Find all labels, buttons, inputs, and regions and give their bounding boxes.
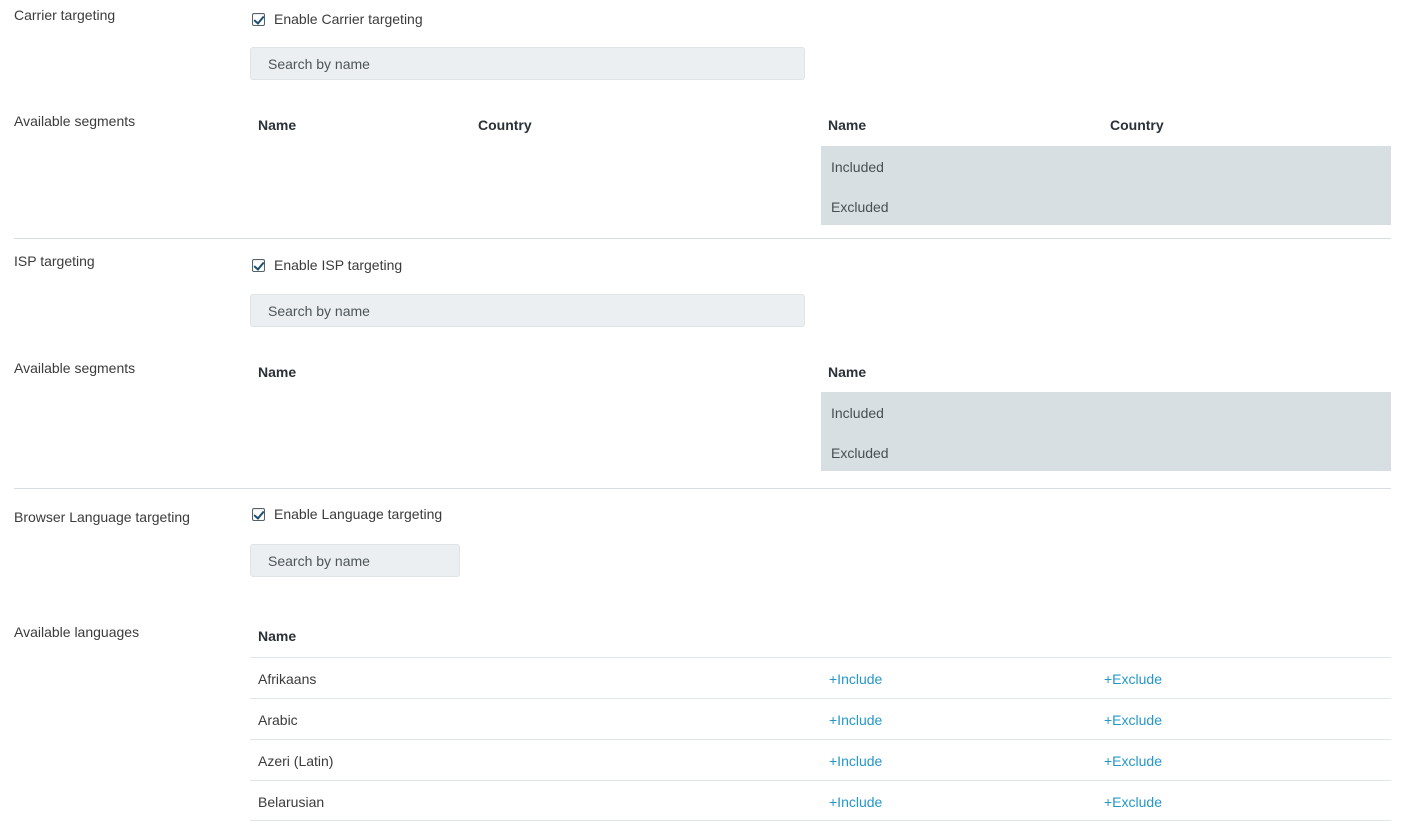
isp-selected-panel: Included Excluded bbox=[821, 392, 1391, 471]
isp-search-placeholder: Search by name bbox=[268, 302, 370, 319]
language-table: Afrikaans +Include +Exclude Arabic +Incl… bbox=[250, 657, 1391, 821]
exclude-link[interactable]: +Exclude bbox=[1104, 752, 1162, 770]
language-name: Arabic bbox=[258, 712, 298, 728]
exclude-link[interactable]: +Exclude bbox=[1104, 670, 1162, 688]
language-name: Belarusian bbox=[258, 794, 325, 810]
checkbox-icon-enable-carrier[interactable] bbox=[252, 12, 265, 26]
isp-targeting-label: ISP targeting bbox=[14, 253, 95, 269]
carrier-targeting-label: Carrier targeting bbox=[14, 7, 116, 23]
table-row: Arabic +Include +Exclude bbox=[250, 698, 1391, 739]
enable-carrier-targeting-label: Enable Carrier targeting bbox=[274, 11, 423, 27]
carrier-available-header-name: Name bbox=[258, 117, 297, 133]
isp-selected-header-name: Name bbox=[828, 364, 867, 380]
isp-excluded-group[interactable]: Excluded bbox=[831, 444, 889, 462]
carrier-selected-header-name: Name bbox=[828, 117, 867, 133]
isp-available-header-name: Name bbox=[258, 364, 297, 380]
carrier-search-placeholder: Search by name bbox=[268, 55, 370, 72]
targeting-settings-page: Carrier targeting Enable Carrier targeti… bbox=[0, 0, 1406, 828]
carrier-available-segments-label: Available segments bbox=[14, 113, 136, 129]
carrier-selected-header-country: Country bbox=[1110, 117, 1164, 133]
carrier-available-header-country: Country bbox=[478, 117, 532, 133]
enable-language-targeting-row[interactable]: Enable Language targeting bbox=[252, 505, 442, 523]
enable-language-targeting-label: Enable Language targeting bbox=[274, 506, 443, 522]
section-divider-carrier-isp bbox=[14, 238, 1391, 239]
include-link[interactable]: +Include bbox=[829, 670, 882, 688]
carrier-included-group[interactable]: Included bbox=[831, 158, 884, 176]
include-link[interactable]: +Include bbox=[829, 752, 882, 770]
table-row: Belarusian +Include +Exclude bbox=[250, 780, 1391, 821]
enable-isp-targeting-label: Enable ISP targeting bbox=[274, 257, 403, 273]
language-name: Azeri (Latin) bbox=[258, 753, 334, 769]
language-search-input[interactable]: Search by name bbox=[250, 544, 460, 577]
browser-language-targeting-label: Browser Language targeting bbox=[14, 509, 190, 525]
checkbox-icon-enable-language[interactable] bbox=[252, 507, 265, 521]
isp-available-segments-label: Available segments bbox=[14, 360, 136, 376]
checkbox-icon-enable-isp[interactable] bbox=[252, 258, 265, 272]
carrier-excluded-group[interactable]: Excluded bbox=[831, 198, 889, 216]
section-divider-isp-language bbox=[14, 488, 1391, 489]
table-row: Afrikaans +Include +Exclude bbox=[250, 657, 1391, 698]
available-languages-label: Available languages bbox=[14, 624, 140, 640]
enable-isp-targeting-row[interactable]: Enable ISP targeting bbox=[252, 256, 402, 274]
isp-included-group[interactable]: Included bbox=[831, 404, 884, 422]
language-name: Afrikaans bbox=[258, 671, 317, 687]
language-search-placeholder: Search by name bbox=[268, 552, 370, 569]
isp-search-input[interactable]: Search by name bbox=[250, 294, 805, 327]
language-table-header-name: Name bbox=[258, 628, 297, 644]
exclude-link[interactable]: +Exclude bbox=[1104, 793, 1162, 811]
carrier-search-input[interactable]: Search by name bbox=[250, 47, 805, 80]
include-link[interactable]: +Include bbox=[829, 793, 882, 811]
exclude-link[interactable]: +Exclude bbox=[1104, 711, 1162, 729]
carrier-selected-panel: Included Excluded bbox=[821, 146, 1391, 225]
enable-carrier-targeting-row[interactable]: Enable Carrier targeting bbox=[252, 10, 423, 28]
table-row: Azeri (Latin) +Include +Exclude bbox=[250, 739, 1391, 780]
include-link[interactable]: +Include bbox=[829, 711, 882, 729]
